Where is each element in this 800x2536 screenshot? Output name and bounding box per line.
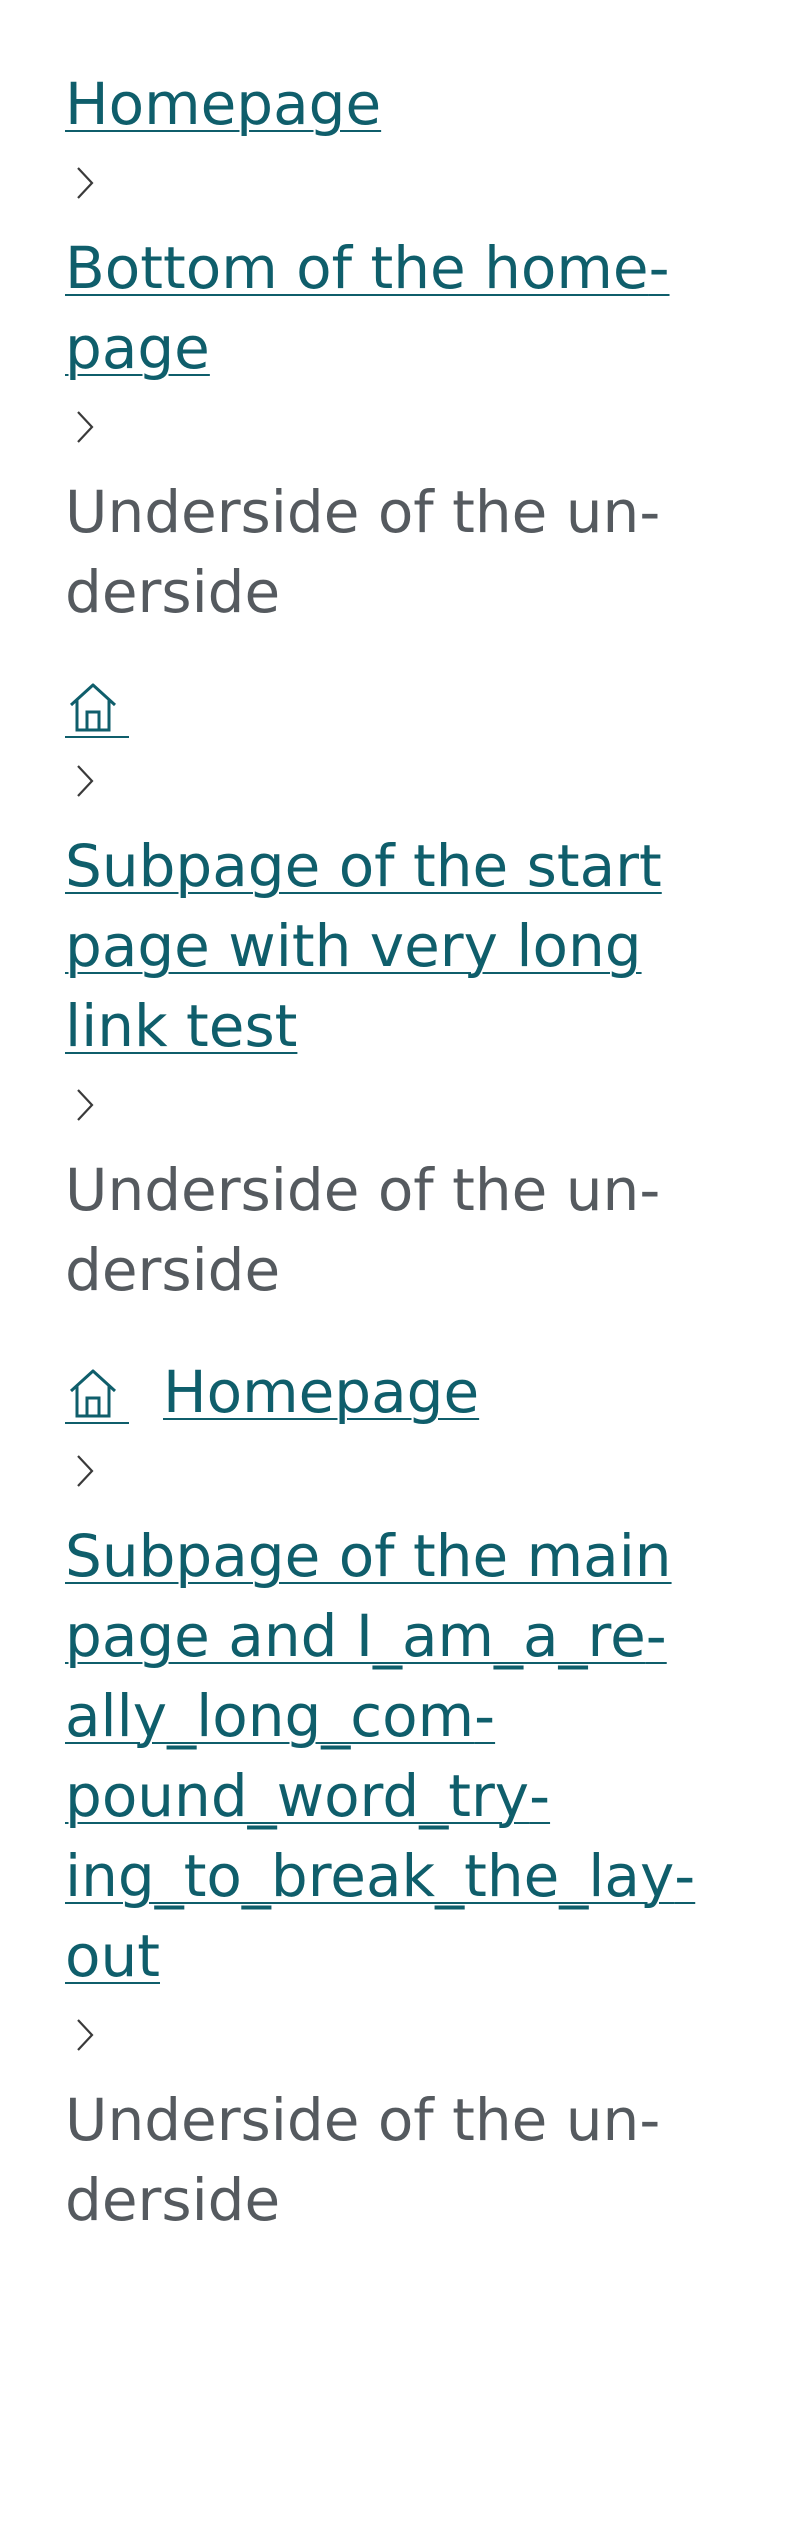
chevron-right-icon <box>65 2004 735 2068</box>
breadcrumb: Subpage of the start page with very long… <box>65 674 735 1310</box>
breadcrumb-link-bottom-of-homepage[interactable]: Bottom of the home­page <box>65 228 735 388</box>
breadcrumb-current: Underside of the un­derside <box>65 478 661 626</box>
breadcrumb-home-link[interactable]: Homepage <box>65 1352 479 1432</box>
page: Homepage Bottom of the home­page Undersi… <box>0 0 800 2240</box>
breadcrumb-link-subpage-main[interactable]: Subpage of the main page and I_am_a_re­a… <box>65 1516 735 1996</box>
breadcrumb: Homepage Bottom of the home­page Undersi… <box>65 64 735 632</box>
chevron-right-icon <box>65 152 735 216</box>
chevron-right-icon <box>65 1440 735 1504</box>
breadcrumb-current: Underside of the un­derside <box>65 1156 661 1304</box>
chevron-right-icon <box>65 1074 735 1138</box>
chevron-right-icon <box>65 396 735 460</box>
breadcrumb-home-link[interactable] <box>65 674 129 738</box>
breadcrumb-home-label: Homepage <box>163 1358 480 1426</box>
breadcrumb-link-subpage-start[interactable]: Subpage of the start page with very long… <box>65 826 735 1066</box>
breadcrumb-current: Underside of the un­derside <box>65 2086 661 2234</box>
breadcrumb-link-homepage[interactable]: Homepage <box>65 64 735 144</box>
breadcrumb: Homepage Subpage of the main page and I_… <box>65 1352 735 2240</box>
home-icon <box>65 674 129 738</box>
home-icon <box>65 1360 129 1424</box>
chevron-right-icon <box>65 750 735 814</box>
